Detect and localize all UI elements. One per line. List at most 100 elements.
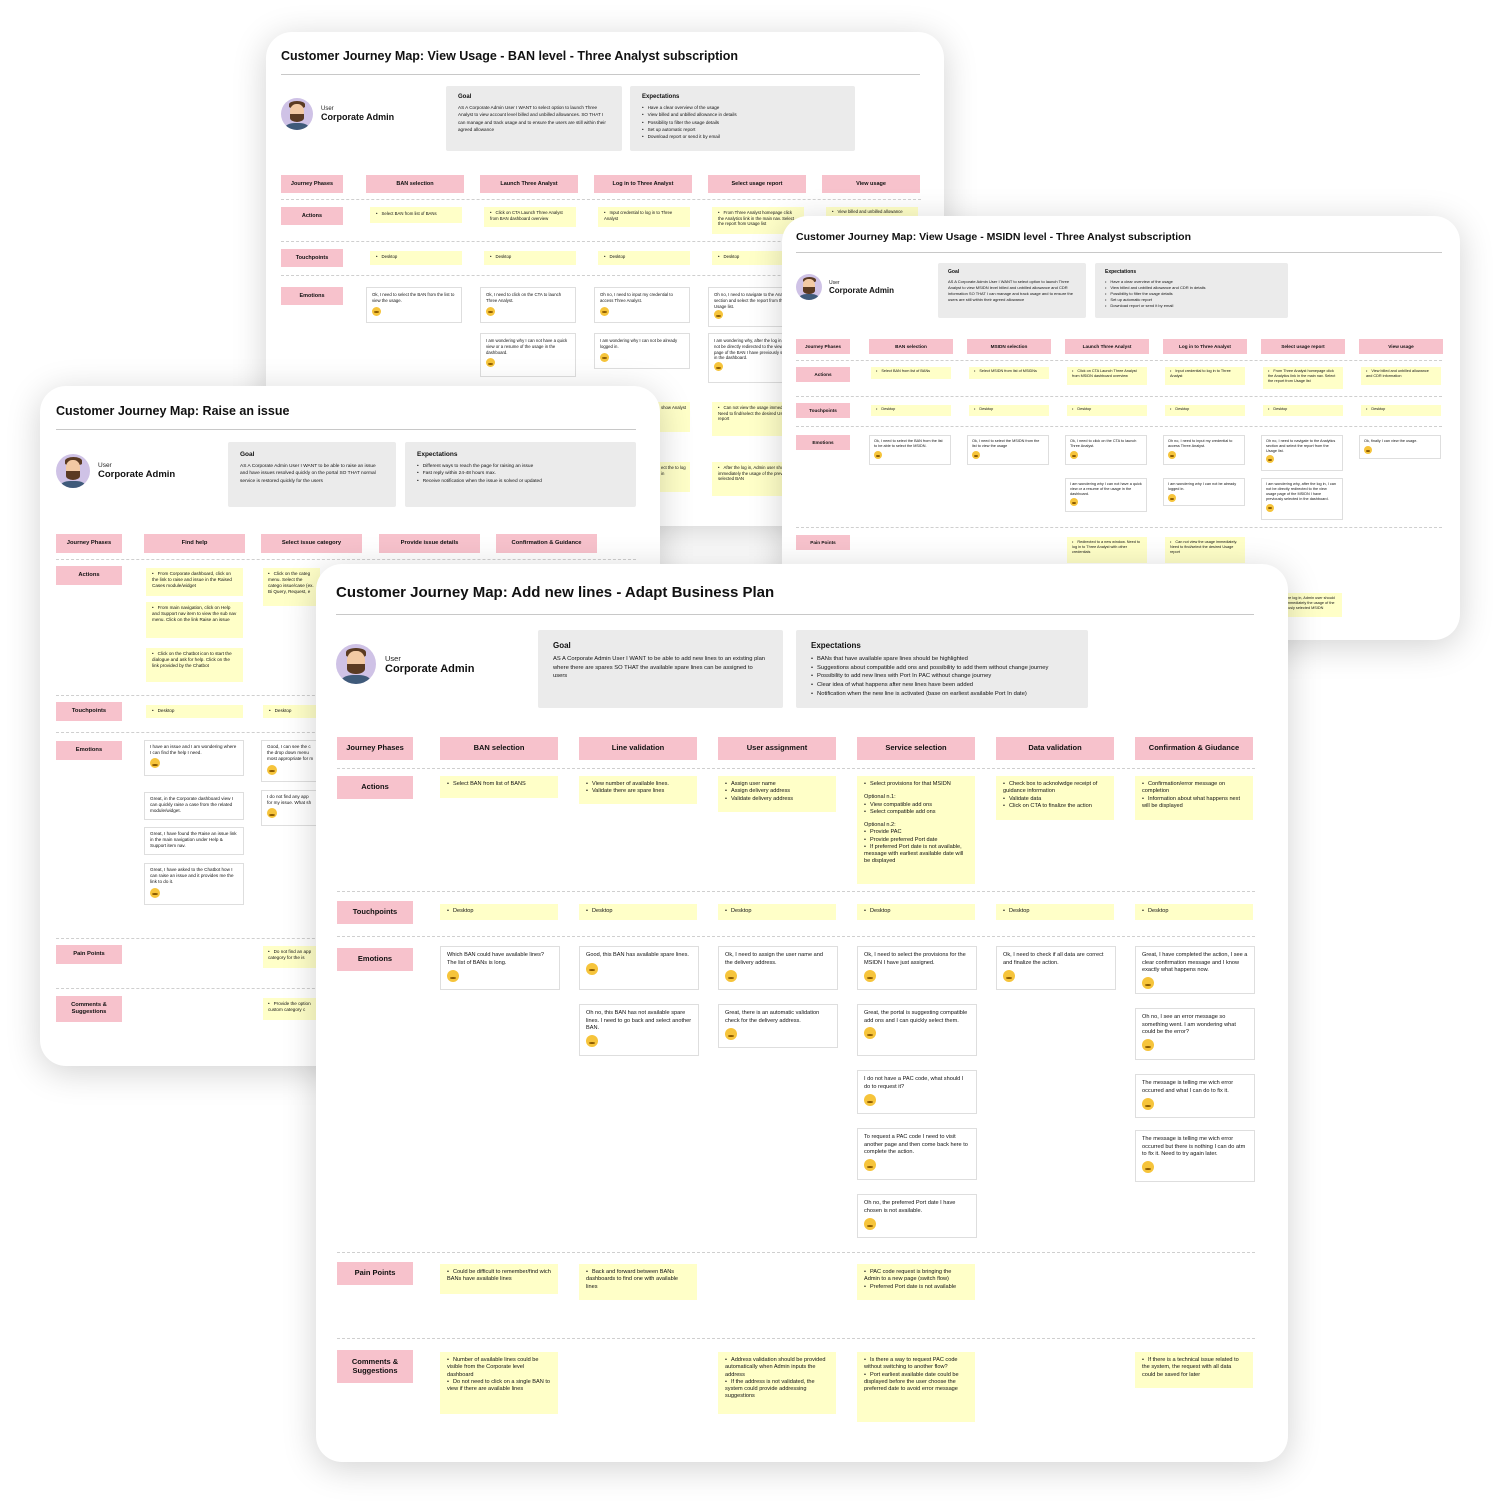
touchpoint-note: Desktop bbox=[1135, 904, 1253, 920]
row-divider bbox=[337, 1338, 1255, 1339]
expectations-box: Expectations BANs that have available sp… bbox=[796, 630, 1088, 708]
phase-data-validation: Data validation bbox=[996, 737, 1114, 760]
comment-item: Is there a way to request PAC code witho… bbox=[864, 1357, 968, 1372]
emotion-text: Oh no, the preferred Port date I have ch… bbox=[864, 1200, 956, 1214]
touchpoint-item: Desktop bbox=[876, 407, 946, 412]
thinking-face-icon bbox=[1266, 503, 1274, 512]
comment-note: Is there a way to request PAC code witho… bbox=[857, 1352, 975, 1422]
emotion-card: I am wondering why I can not be already … bbox=[1163, 478, 1245, 506]
user-label: User bbox=[98, 462, 112, 469]
row-label-actions: Actions bbox=[56, 566, 122, 585]
comment-item: Number of available lines could be visib… bbox=[447, 1357, 551, 1379]
emotion-card: I am wondering why, after the log in, I … bbox=[1261, 478, 1343, 520]
neutral-face-icon bbox=[1003, 970, 1015, 983]
expectations-title: Expectations bbox=[811, 641, 861, 650]
emotion-card: I am wondering why I can not have a quic… bbox=[480, 333, 576, 377]
expectation-item: Suggestions about compatible add ons and… bbox=[811, 664, 1073, 673]
emotion-text: Oh no, I need to input my credential to … bbox=[600, 292, 673, 303]
action-item: Confirmation/error message on completion bbox=[1142, 781, 1246, 796]
row-label-comments: Comments & Suggestions bbox=[337, 1350, 413, 1383]
emotion-card: Great, there is an automatic validation … bbox=[718, 1004, 838, 1048]
title-divider bbox=[336, 614, 1254, 615]
happy-face-icon bbox=[150, 887, 160, 898]
comment-note: Number of available lines could be visib… bbox=[440, 1352, 558, 1414]
phase-view-usage: View usage bbox=[822, 175, 920, 193]
action-note: Click on CTA Launch Three Analyst from M… bbox=[1067, 367, 1147, 385]
goal-text: AS A Corporate Admin User I WANT to be a… bbox=[553, 656, 766, 680]
emotion-text: Great, in the Corporate dashboard view I… bbox=[150, 796, 233, 814]
emotion-text: Ok, I need to select the BAN from the li… bbox=[874, 439, 943, 449]
row-label-pain-points: Pain Points bbox=[56, 945, 122, 964]
comment-note: the log in, Admin user should immediatel… bbox=[1282, 593, 1342, 617]
emotion-text: Ok, I need to select the BAN from the li… bbox=[372, 292, 455, 303]
expectation-item: Download report or send it by email bbox=[1105, 303, 1278, 309]
expectation-item: Different ways to reach the page for rai… bbox=[417, 463, 624, 470]
emotion-text: I am wondering why I can not be already … bbox=[1168, 482, 1237, 492]
emotion-text: Great, I have found the Raise an issue l… bbox=[150, 831, 237, 849]
expectation-item: Download report or send it by email bbox=[642, 133, 843, 140]
touchpoint-note: Desktop bbox=[1165, 405, 1245, 416]
comment-note: ect the to log in bbox=[658, 462, 690, 492]
action-item: Input credential to log in to Three Anal… bbox=[1170, 369, 1240, 379]
row-divider bbox=[337, 936, 1255, 937]
thinking-face-icon bbox=[1142, 1038, 1154, 1051]
emotion-text: Ok, I need to select the MSIDN from the … bbox=[972, 439, 1040, 449]
sad-face-icon bbox=[586, 1034, 598, 1047]
expectation-item: Have a clear overview of the usage bbox=[642, 104, 843, 111]
happy-face-icon bbox=[864, 1027, 876, 1040]
goal-box: Goal AS A Corporate Admin User I WANT to… bbox=[446, 86, 622, 151]
emotion-card: Good, I can see the c the drop down menu… bbox=[261, 740, 321, 782]
emotion-card: I do not find any app for my issue. What… bbox=[261, 790, 321, 826]
emotion-text: Oh no, I need to navigate to the Analyti… bbox=[714, 292, 793, 309]
touchpoint-item: Desktop bbox=[1142, 908, 1246, 915]
thinking-face-icon bbox=[150, 758, 160, 769]
comment-item: Do not need to click on a single BAN to … bbox=[447, 1379, 551, 1394]
action-note: From Corporate dashboard, click on the l… bbox=[146, 568, 243, 596]
expectation-item: Possibility to add new lines with Port I… bbox=[811, 672, 1073, 681]
touchpoint-item: Desktop bbox=[152, 708, 237, 714]
happy-face-icon bbox=[1142, 1098, 1154, 1111]
action-item: Provide preferred Port date bbox=[864, 837, 968, 844]
row-divider bbox=[796, 527, 1442, 528]
emotion-card: The message is telling me wich error occ… bbox=[1135, 1130, 1255, 1182]
expectations-title: Expectations bbox=[417, 451, 458, 458]
board-title: Customer Journey Map: Add new lines - Ad… bbox=[336, 584, 775, 601]
emotion-text: To request a PAC code I need to visit an… bbox=[864, 1134, 968, 1156]
expectations-box: Expectations Different ways to reach the… bbox=[405, 442, 636, 507]
pain-note: Could be difficult to remember/find wich… bbox=[440, 1264, 558, 1294]
row-label-journey-phases: Journey Phases bbox=[337, 737, 413, 760]
persona: User Corporate Admin bbox=[336, 644, 474, 684]
comment-item: If the address is not validated, the sys… bbox=[725, 1379, 829, 1401]
action-item: View billed and unbilled allowance and C… bbox=[1366, 369, 1436, 379]
row-divider bbox=[796, 426, 1442, 427]
touchpoint-note: Desktop bbox=[484, 251, 576, 265]
action-item: Information about what happens next will… bbox=[1142, 796, 1246, 811]
emotion-card: Ok, I need to assign the user name and t… bbox=[718, 946, 838, 990]
action-item: Click on CTA Launch Three Analyst from M… bbox=[1072, 369, 1142, 379]
touchpoint-note: Desktop bbox=[370, 251, 462, 265]
touchpoint-item: Desktop bbox=[725, 908, 829, 915]
pain-item: Can not view the usage immediately. Need… bbox=[1170, 540, 1240, 555]
phase-find-help: Find help bbox=[144, 534, 245, 553]
pain-note: Do not find an app category for the is bbox=[263, 946, 320, 968]
emotion-card: Which BAN could have available lines? Th… bbox=[440, 946, 560, 990]
row-label-touchpoints: Touchpoints bbox=[56, 702, 122, 721]
action-item: Click on CTA to finalize the action bbox=[1003, 803, 1107, 810]
action-note: From Three Analyst homepage click the An… bbox=[1263, 367, 1343, 389]
emotion-text: Ok, I need to click on the CTA to launch… bbox=[1070, 439, 1137, 449]
phase-user-assignment: User assignment bbox=[718, 737, 836, 760]
action-item: Assign user name bbox=[725, 781, 829, 788]
goal-title: Goal bbox=[948, 269, 960, 275]
user-name: Corporate Admin bbox=[321, 112, 395, 122]
touchpoint-item: Desktop bbox=[864, 908, 968, 915]
emotion-text: Ok, I need to check if all data are corr… bbox=[1003, 952, 1104, 966]
thinking-face-icon bbox=[447, 970, 459, 983]
phase-msidn-selection: MSIDN selection bbox=[967, 339, 1051, 354]
action-note: View billed and unbilled allowance and C… bbox=[1361, 367, 1441, 385]
touchpoint-item: Desktop bbox=[1268, 407, 1338, 412]
emotion-card: Oh no, I see an error message so somethi… bbox=[1135, 1008, 1255, 1060]
action-note: Click on the categ menu. Select the cate… bbox=[263, 568, 320, 606]
action-item: Click on the Chatbot icon to start the d… bbox=[152, 651, 237, 669]
row-divider bbox=[337, 768, 1255, 769]
goal-text: AS A Corporate Admin User I WANT to sele… bbox=[458, 105, 606, 132]
